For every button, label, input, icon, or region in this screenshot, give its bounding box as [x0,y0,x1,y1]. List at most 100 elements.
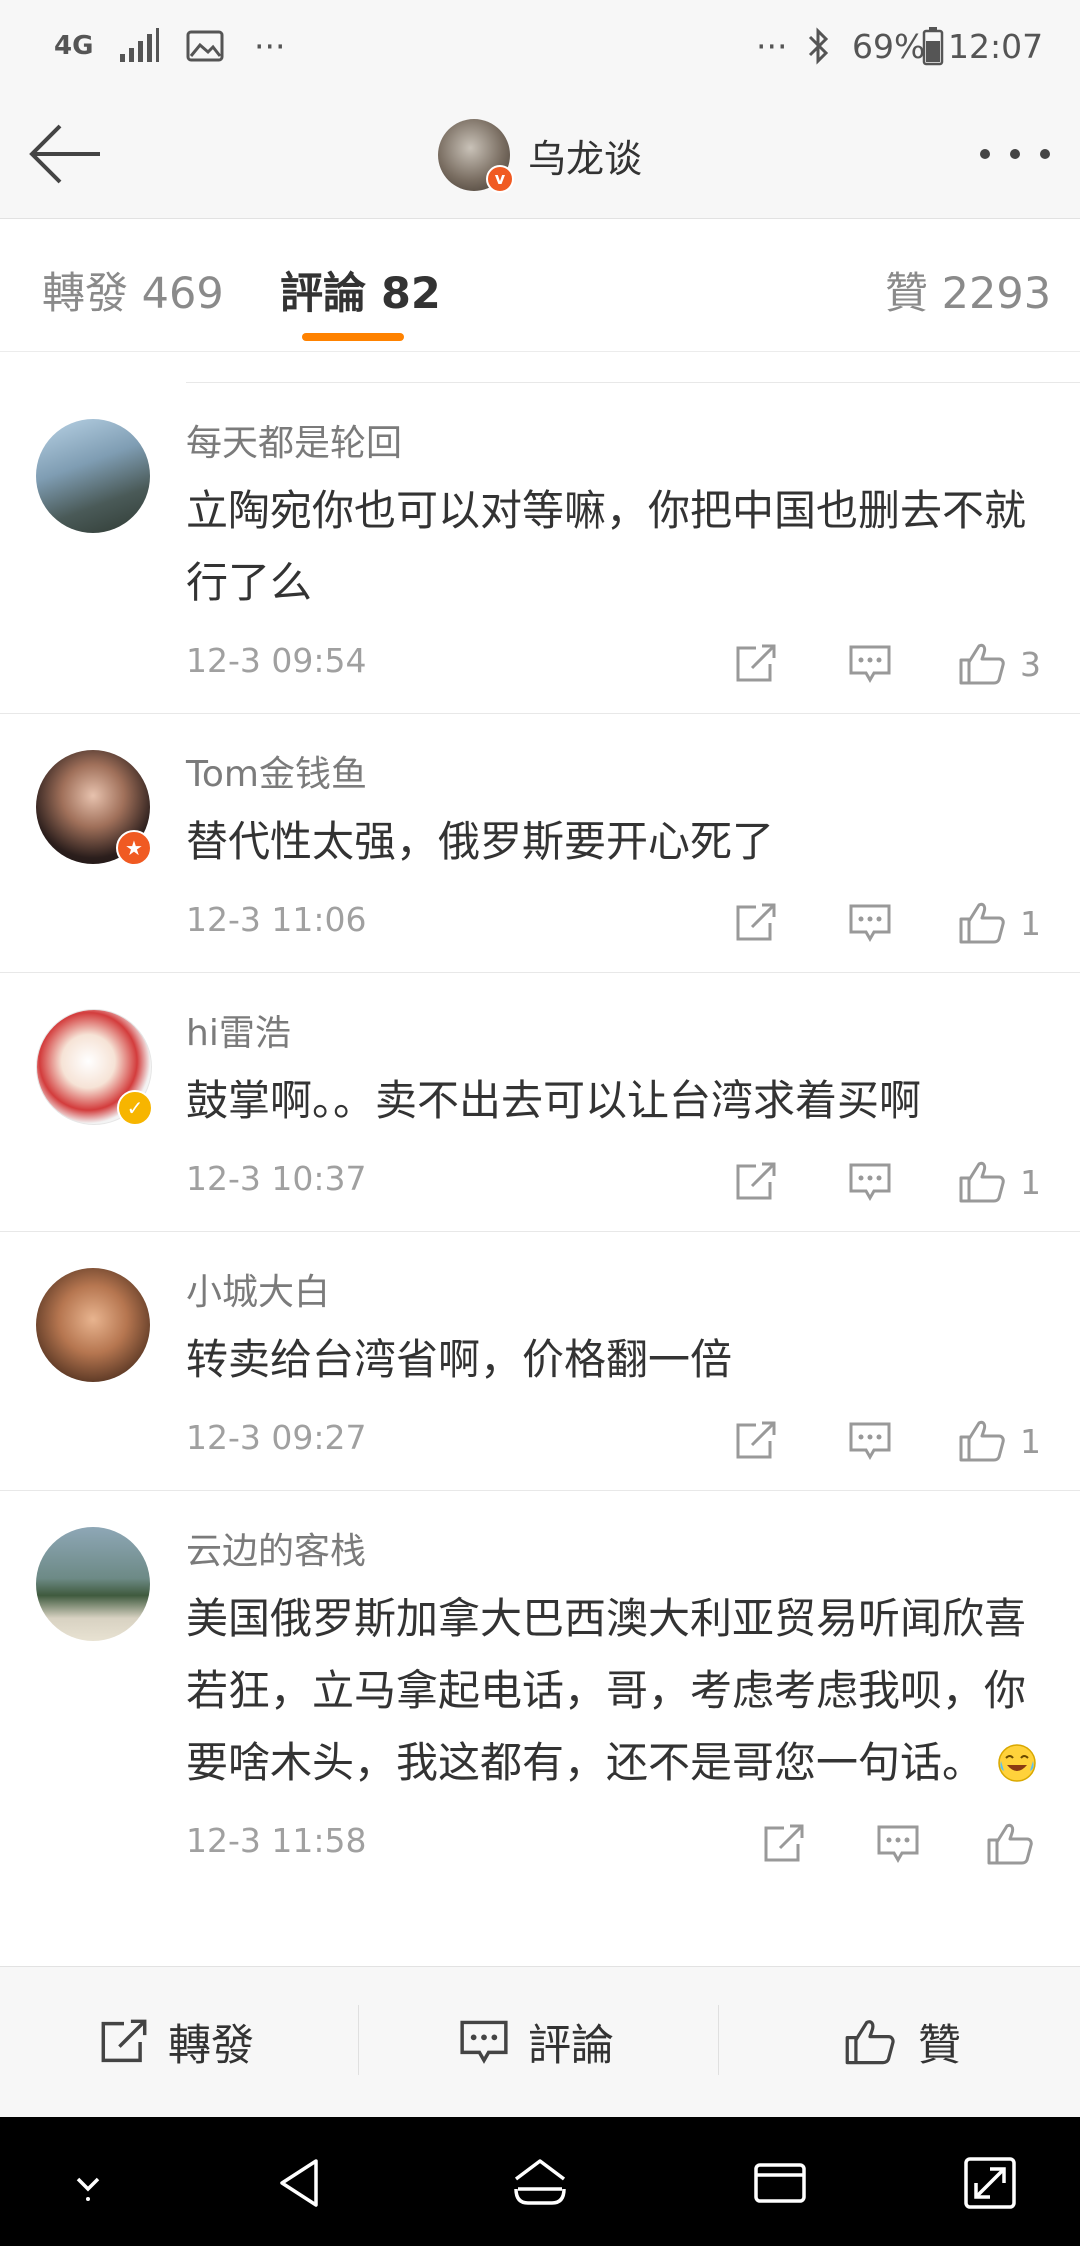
comment-like-button[interactable]: 1 [958,1416,1041,1466]
commenter-name[interactable]: 云边的客栈 [186,1527,1040,1577]
hide-keyboard-button[interactable] [58,2155,118,2211]
like-label: 贊 [918,2021,961,2071]
tab-bar: 轉發 469 評論 82 贊 2293 [0,219,1080,352]
comment-share-button[interactable] [762,1819,806,1869]
tab-comments[interactable]: 評論 82 [280,259,441,321]
comment-text: 美国俄罗斯加拿大巴西澳大利亚贸易听闻欣喜若狂，立马拿起电话，哥，考虑考虑我呗，你… [186,1594,1027,1787]
comment-text: 鼓掌啊。。卖不出去可以让台湾求着买啊 [186,1076,922,1125]
comment-text-wrapper: 美国俄罗斯加拿大巴西澳大利亚贸易听闻欣喜若狂，立马拿起电话，哥，考虑考虑我呗，你… [186,1583,1040,1799]
network-4g-icon: 4G [54,24,93,68]
comment-item[interactable]: 每天都是轮回 立陶宛你也可以对等嘛，你把中国也删去不就行了么 12-3 09:5… [0,383,1080,714]
like-count: 1 [1020,903,1041,943]
author-avatar[interactable]: v [438,119,514,193]
commenter-name[interactable]: 小城大白 [186,1268,1040,1318]
status-bar: 4G ··· ··· 69% 12:07 [0,0,1080,92]
recents-icon [754,2163,806,2203]
thumbs-up-icon [845,2020,895,2065]
commenter-avatar[interactable] [36,1268,150,1382]
author-name[interactable]: 乌龙谈 [528,128,642,183]
comment-item[interactable]: ✓ hi雷浩 鼓掌啊。。卖不出去可以让台湾求着买啊 12-3 10:37 1 [0,973,1080,1232]
commenter-avatar[interactable]: ✓ [36,1009,153,1126]
expand-nav-button[interactable] [960,2155,1020,2211]
comment-share-button[interactable] [734,1416,778,1466]
share-icon [736,903,776,941]
chevron-down-icon [76,2177,100,2201]
comment-label: 評論 [528,2021,614,2071]
like-count: 3 [1020,644,1041,684]
thumbs-up-icon [987,1823,1033,1865]
commenter-avatar[interactable] [36,419,150,533]
more-options-button[interactable] [980,142,1050,166]
expand-icon [964,2157,1016,2209]
comment-time: 12-3 09:54 [186,641,367,680]
comment-text: 替代性太强，俄罗斯要开心死了 [186,817,775,866]
back-button[interactable] [26,122,106,186]
comment-item[interactable]: ★ Tom金钱鱼 替代性太强，俄罗斯要开心死了 12-3 11:06 1 [0,714,1080,973]
back-nav-button[interactable] [270,2155,330,2211]
back-arrow-icon [29,124,100,184]
divider [718,2005,719,2075]
more-dot-icon [1010,149,1020,159]
home-nav-button[interactable] [510,2155,570,2211]
comment-share-button[interactable] [734,898,778,948]
recents-nav-button[interactable] [750,2155,810,2211]
comment-list[interactable]: 每天都是轮回 立陶宛你也可以对等嘛，你把中国也删去不就行了么 12-3 09:5… [0,352,1080,1969]
back-triangle-icon [280,2159,318,2207]
comment-text: 转卖给台湾省啊，价格翻一倍 [186,1335,733,1384]
verified-badge: v [486,165,514,193]
more-dot-icon [1040,149,1050,159]
reply-icon [849,1163,891,1202]
comment-share-button[interactable] [734,1157,778,1207]
comment-time: 12-3 11:58 [186,1821,367,1860]
thumbs-up-icon [959,902,1005,944]
share-icon [736,1162,776,1200]
comment-text: 立陶宛你也可以对等嘛，你把中国也删去不就行了么 [186,486,1027,607]
clock: 12:07 [948,26,1044,66]
reply-icon [849,1422,891,1461]
comment-like-button[interactable] [986,1819,1048,1869]
divider [358,2005,359,2075]
home-icon [514,2159,566,2205]
reply-icon [849,904,891,943]
like-count: 1 [1020,1162,1041,1202]
repost-label: 轉發 [168,2021,254,2071]
author-info[interactable]: v 乌龙谈 [438,116,642,194]
comment-reply-button[interactable] [848,1157,892,1207]
comment-reply-button[interactable] [848,639,892,689]
comment-like-button[interactable]: 1 [958,1157,1041,1207]
thumbs-up-icon [959,1420,1005,1462]
comment-share-button[interactable] [734,639,778,689]
comment-like-button[interactable]: 3 [958,639,1041,689]
commenter-name[interactable]: 每天都是轮回 [186,419,1040,469]
thumbs-up-icon [959,1161,1005,1203]
gallery-icon [186,24,224,68]
battery-icon [922,24,944,68]
tab-likes[interactable]: 贊 2293 [885,259,1051,321]
comment-reply-button[interactable] [876,1819,920,1869]
comment-reply-button[interactable] [848,1416,892,1466]
commenter-name[interactable]: Tom金钱鱼 [186,750,1040,800]
comment-button[interactable]: 評論 [458,2007,614,2077]
like-button[interactable]: 贊 [844,2007,961,2077]
signal-icon [118,24,160,68]
comment-time: 12-3 10:37 [186,1159,367,1198]
network-label: 4G [54,31,94,61]
share-icon [764,1824,804,1862]
repost-button[interactable]: 轉發 [98,2007,254,2077]
commenter-avatar[interactable]: ★ [36,750,152,866]
comment-like-button[interactable]: 1 [958,898,1041,948]
comment-icon [460,2020,508,2064]
comment-time: 12-3 11:06 [186,900,367,939]
tab-repost[interactable]: 轉發 469 [42,259,224,321]
reply-icon [849,645,891,684]
battery-percent: 69% [852,26,926,66]
comment-reply-button[interactable] [848,898,892,948]
commenter-name[interactable]: hi雷浩 [186,1009,1040,1059]
share-icon [101,2019,147,2063]
thumbs-up-icon [959,643,1005,685]
commenter-avatar[interactable] [36,1527,150,1641]
comment-item[interactable]: 小城大白 转卖给台湾省啊，价格翻一倍 12-3 09:27 1 [0,1232,1080,1491]
bluetooth-icon [806,24,832,68]
laughing-crying-emoji-icon [997,1733,1037,1782]
comment-item[interactable]: 云边的客栈 美国俄罗斯加拿大巴西澳大利亚贸易听闻欣喜若狂，立马拿起电话，哥，考虑… [0,1491,1080,1969]
